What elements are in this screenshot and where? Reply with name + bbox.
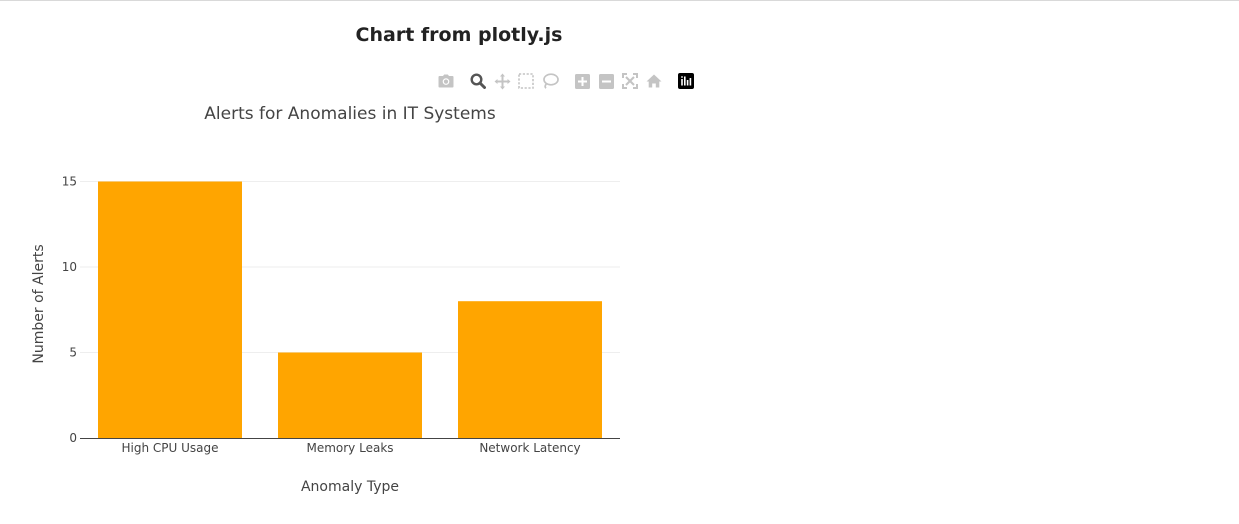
bar[interactable] — [278, 352, 422, 438]
y-tick-label: 5 — [69, 346, 77, 360]
bar[interactable] — [98, 181, 242, 438]
bar-chart: Alerts for Anomalies in IT Systems 0 5 10 1… — [31, 104, 620, 495]
camera-icon[interactable] — [436, 71, 456, 91]
y-tick-label: 15 — [62, 175, 77, 189]
zoom-icon[interactable] — [468, 71, 488, 91]
lasso-select-icon[interactable] — [540, 71, 560, 91]
page-title: Chart from plotly.js — [355, 24, 563, 46]
x-tick-labels: High CPU Usage Memory Leaks Network Latenc… — [122, 441, 581, 455]
zoom-out-icon[interactable] — [596, 71, 616, 91]
x-tick-label: High CPU Usage — [122, 441, 219, 455]
x-tick-label: Memory Leaks — [306, 441, 393, 455]
y-tick-label: 10 — [62, 260, 77, 274]
bars — [98, 181, 602, 438]
top-divider — [0, 0, 1239, 1]
x-axis-title: Anomaly Type — [301, 479, 399, 495]
bar[interactable] — [458, 301, 602, 438]
chart-title: Alerts for Anomalies in IT Systems — [204, 104, 496, 124]
reset-axes-icon[interactable] — [644, 71, 664, 91]
zoom-in-icon[interactable] — [572, 71, 592, 91]
y-tick-labels: 0 5 10 15 — [62, 175, 77, 445]
plotly-logo-icon[interactable] — [676, 71, 696, 91]
pan-icon[interactable] — [492, 71, 512, 91]
autoscale-icon[interactable] — [620, 71, 640, 91]
box-select-icon[interactable] — [516, 71, 536, 91]
y-axis-title: Number of Alerts — [31, 244, 47, 363]
y-tick-label: 0 — [69, 431, 77, 445]
x-tick-label: Network Latency — [479, 441, 580, 455]
